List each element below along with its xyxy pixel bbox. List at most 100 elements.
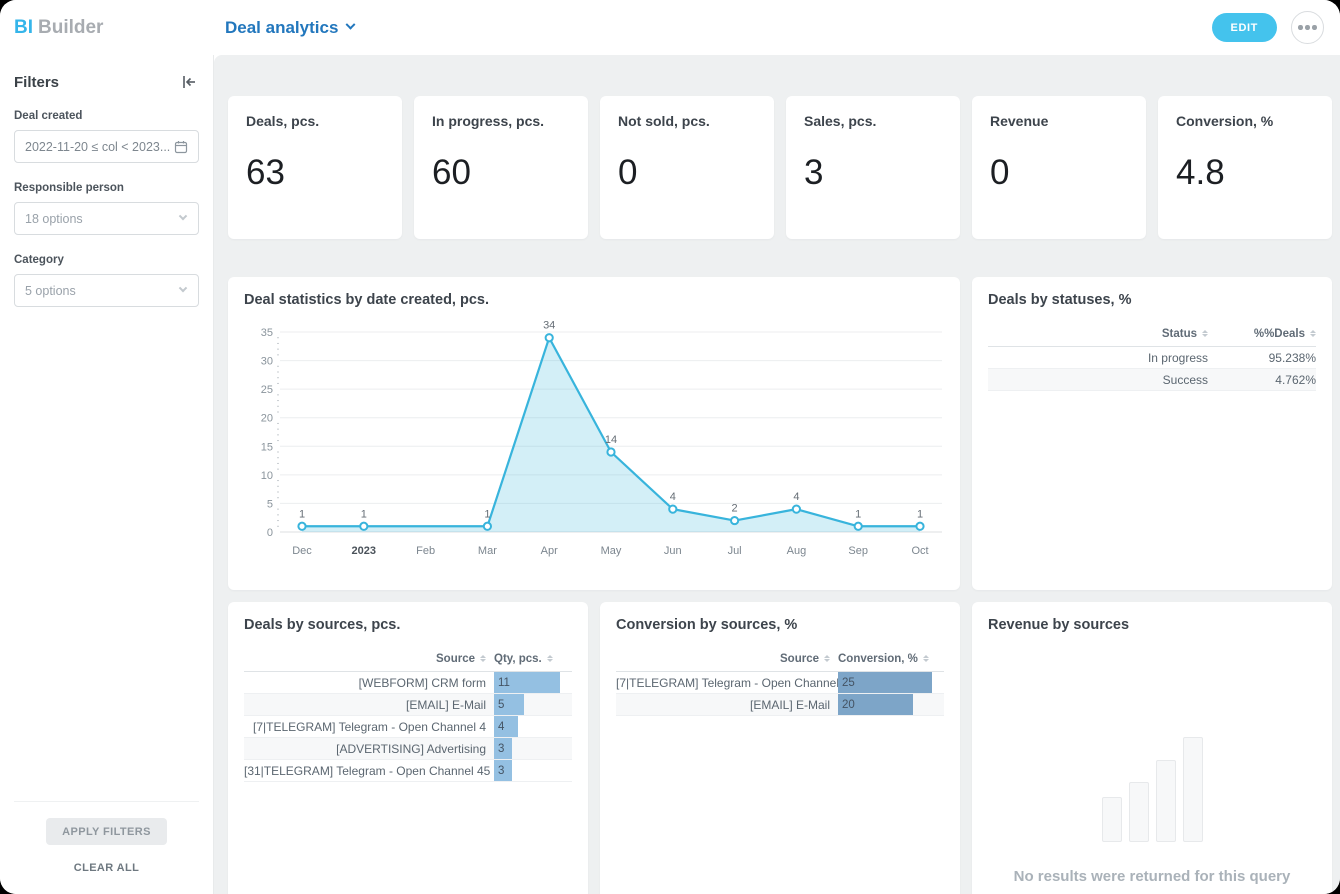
line-chart-svg: 05101520253035111341442411Dec2023FebMarA… xyxy=(244,316,944,572)
svg-text:20: 20 xyxy=(261,413,273,425)
calendar-icon xyxy=(174,140,188,154)
line-chart: 05101520253035111341442411Dec2023FebMarA… xyxy=(244,308,944,577)
sort-icon xyxy=(1202,330,1208,338)
sort-icon xyxy=(824,655,830,663)
row-label: [31|TELEGRAM] Telegram - Open Channel 45 xyxy=(244,764,494,778)
deal-statistics-chart-card: Deal statistics by date created, pcs. 05… xyxy=(228,277,960,590)
svg-text:5: 5 xyxy=(267,498,273,510)
sort-icon xyxy=(1310,330,1316,338)
sort-icon xyxy=(547,655,553,663)
chevron-down-icon xyxy=(179,211,187,219)
deals-by-statuses-card: Deals by statuses, % Status%%DealsIn pro… xyxy=(972,277,1332,590)
row-bar: 11 xyxy=(494,672,572,693)
table-row: [EMAIL] E-Mail20 xyxy=(616,694,944,716)
data-point xyxy=(855,523,862,530)
svg-text:25: 25 xyxy=(261,384,273,396)
table-row: [ADVERTISING] Advertising3 xyxy=(244,738,572,760)
filters-sidebar: Filters Deal created 2022-11-20 ≤ col < … xyxy=(0,55,214,894)
revenue-by-sources-card: Revenue by sources No results were retur… xyxy=(972,602,1332,894)
filter-label-deal-created: Deal created xyxy=(14,110,199,122)
column-header[interactable]: Status xyxy=(988,328,1216,340)
column-header[interactable]: Conversion, % xyxy=(838,653,944,665)
table-row: In progress95.238% xyxy=(988,347,1316,369)
kpi-value: 3 xyxy=(804,153,942,193)
chart-title: Revenue by sources xyxy=(988,617,1316,633)
row-label: Success xyxy=(988,373,1216,387)
sort-icon xyxy=(923,655,929,663)
kpi-value: 4.8 xyxy=(1176,153,1314,193)
row-bar: 20 xyxy=(838,694,944,715)
deal-created-date-input[interactable]: 2022-11-20 ≤ col < 2023... xyxy=(14,130,199,163)
empty-state-message: No results were returned for this query xyxy=(1014,868,1291,885)
table-row: Success4.762% xyxy=(988,369,1316,391)
kpi-label: Deals, pcs. xyxy=(246,113,384,129)
filter-label-category: Category xyxy=(14,254,199,266)
svg-text:34: 34 xyxy=(543,320,555,332)
kpi-value: 60 xyxy=(432,153,570,193)
svg-text:Apr: Apr xyxy=(541,545,558,557)
ellipsis-icon xyxy=(1298,25,1303,30)
row-label: [WEBFORM] CRM form xyxy=(244,676,494,690)
kpi-card-conversion: Conversion, % 4.8 xyxy=(1158,96,1332,239)
top-bar: BI Builder Deal analytics EDIT xyxy=(0,0,1340,55)
svg-text:Aug: Aug xyxy=(787,545,807,557)
svg-text:4: 4 xyxy=(793,491,799,503)
deals-by-sources-card: Deals by sources, pcs. SourceQty, pcs.[W… xyxy=(228,602,588,894)
table-row: [WEBFORM] CRM form11 xyxy=(244,672,572,694)
row-label: In progress xyxy=(988,351,1216,365)
column-header[interactable]: Source xyxy=(244,653,494,665)
logo-secondary: Builder xyxy=(38,17,103,39)
table-row: [31|TELEGRAM] Telegram - Open Channel 45… xyxy=(244,760,572,782)
data-point xyxy=(298,523,305,530)
data-point xyxy=(731,517,738,524)
svg-text:Mar: Mar xyxy=(478,545,497,557)
conversion-by-sources-card: Conversion by sources, % SourceConversio… xyxy=(600,602,960,894)
row-label: [ADVERTISING] Advertising xyxy=(244,742,494,756)
data-point xyxy=(360,523,367,530)
column-header[interactable]: Qty, pcs. xyxy=(494,653,572,665)
svg-text:4: 4 xyxy=(670,491,676,503)
row-bar: 3 xyxy=(494,738,572,759)
svg-text:2: 2 xyxy=(732,503,738,515)
kpi-label: Not sold, pcs. xyxy=(618,113,756,129)
chevron-down-icon xyxy=(179,283,187,291)
dashboard-title-dropdown[interactable]: Deal analytics xyxy=(225,18,354,38)
data-point xyxy=(546,334,553,341)
responsible-person-value: 18 options xyxy=(25,212,83,226)
edit-button[interactable]: EDIT xyxy=(1212,13,1277,42)
svg-text:Jul: Jul xyxy=(728,545,742,557)
chart-title: Deals by sources, pcs. xyxy=(244,617,572,633)
column-header[interactable]: Source xyxy=(616,653,838,665)
data-point xyxy=(793,506,800,513)
table-row: [7|TELEGRAM] Telegram - Open Channel 425 xyxy=(616,672,944,694)
kpi-label: Sales, pcs. xyxy=(804,113,942,129)
row-label: [7|TELEGRAM] Telegram - Open Channel 4 xyxy=(616,676,838,690)
svg-text:14: 14 xyxy=(605,434,617,446)
responsible-person-select[interactable]: 18 options xyxy=(14,202,199,235)
clear-all-button[interactable]: CLEAR ALL xyxy=(74,862,140,874)
kpi-card-in-progress: In progress, pcs. 60 xyxy=(414,96,588,239)
svg-text:15: 15 xyxy=(261,441,273,453)
dashboard-title: Deal analytics xyxy=(225,18,338,38)
chart-title: Deal statistics by date created, pcs. xyxy=(244,292,944,308)
row-bar: 25 xyxy=(838,672,944,693)
sort-icon xyxy=(480,655,486,663)
kpi-card-sales: Sales, pcs. 3 xyxy=(786,96,960,239)
data-point xyxy=(484,523,491,530)
dashboard-main: Deals, pcs. 63 In progress, pcs. 60 Not … xyxy=(214,55,1340,894)
kpi-card-not-sold: Not sold, pcs. 0 xyxy=(600,96,774,239)
collapse-sidebar-icon[interactable] xyxy=(179,73,199,91)
column-header[interactable]: %%Deals xyxy=(1216,328,1316,340)
svg-text:May: May xyxy=(601,545,622,557)
kpi-card-revenue: Revenue 0 xyxy=(972,96,1146,239)
more-options-button[interactable] xyxy=(1291,11,1324,44)
svg-text:1: 1 xyxy=(484,508,490,520)
kpi-label: Conversion, % xyxy=(1176,113,1314,129)
kpi-value: 0 xyxy=(618,153,756,193)
category-select[interactable]: 5 options xyxy=(14,274,199,307)
kpi-label: In progress, pcs. xyxy=(432,113,570,129)
row-value: 4.762% xyxy=(1216,373,1316,387)
svg-text:Sep: Sep xyxy=(848,545,868,557)
apply-filters-button[interactable]: APPLY FILTERS xyxy=(46,818,167,845)
data-point xyxy=(607,448,614,455)
